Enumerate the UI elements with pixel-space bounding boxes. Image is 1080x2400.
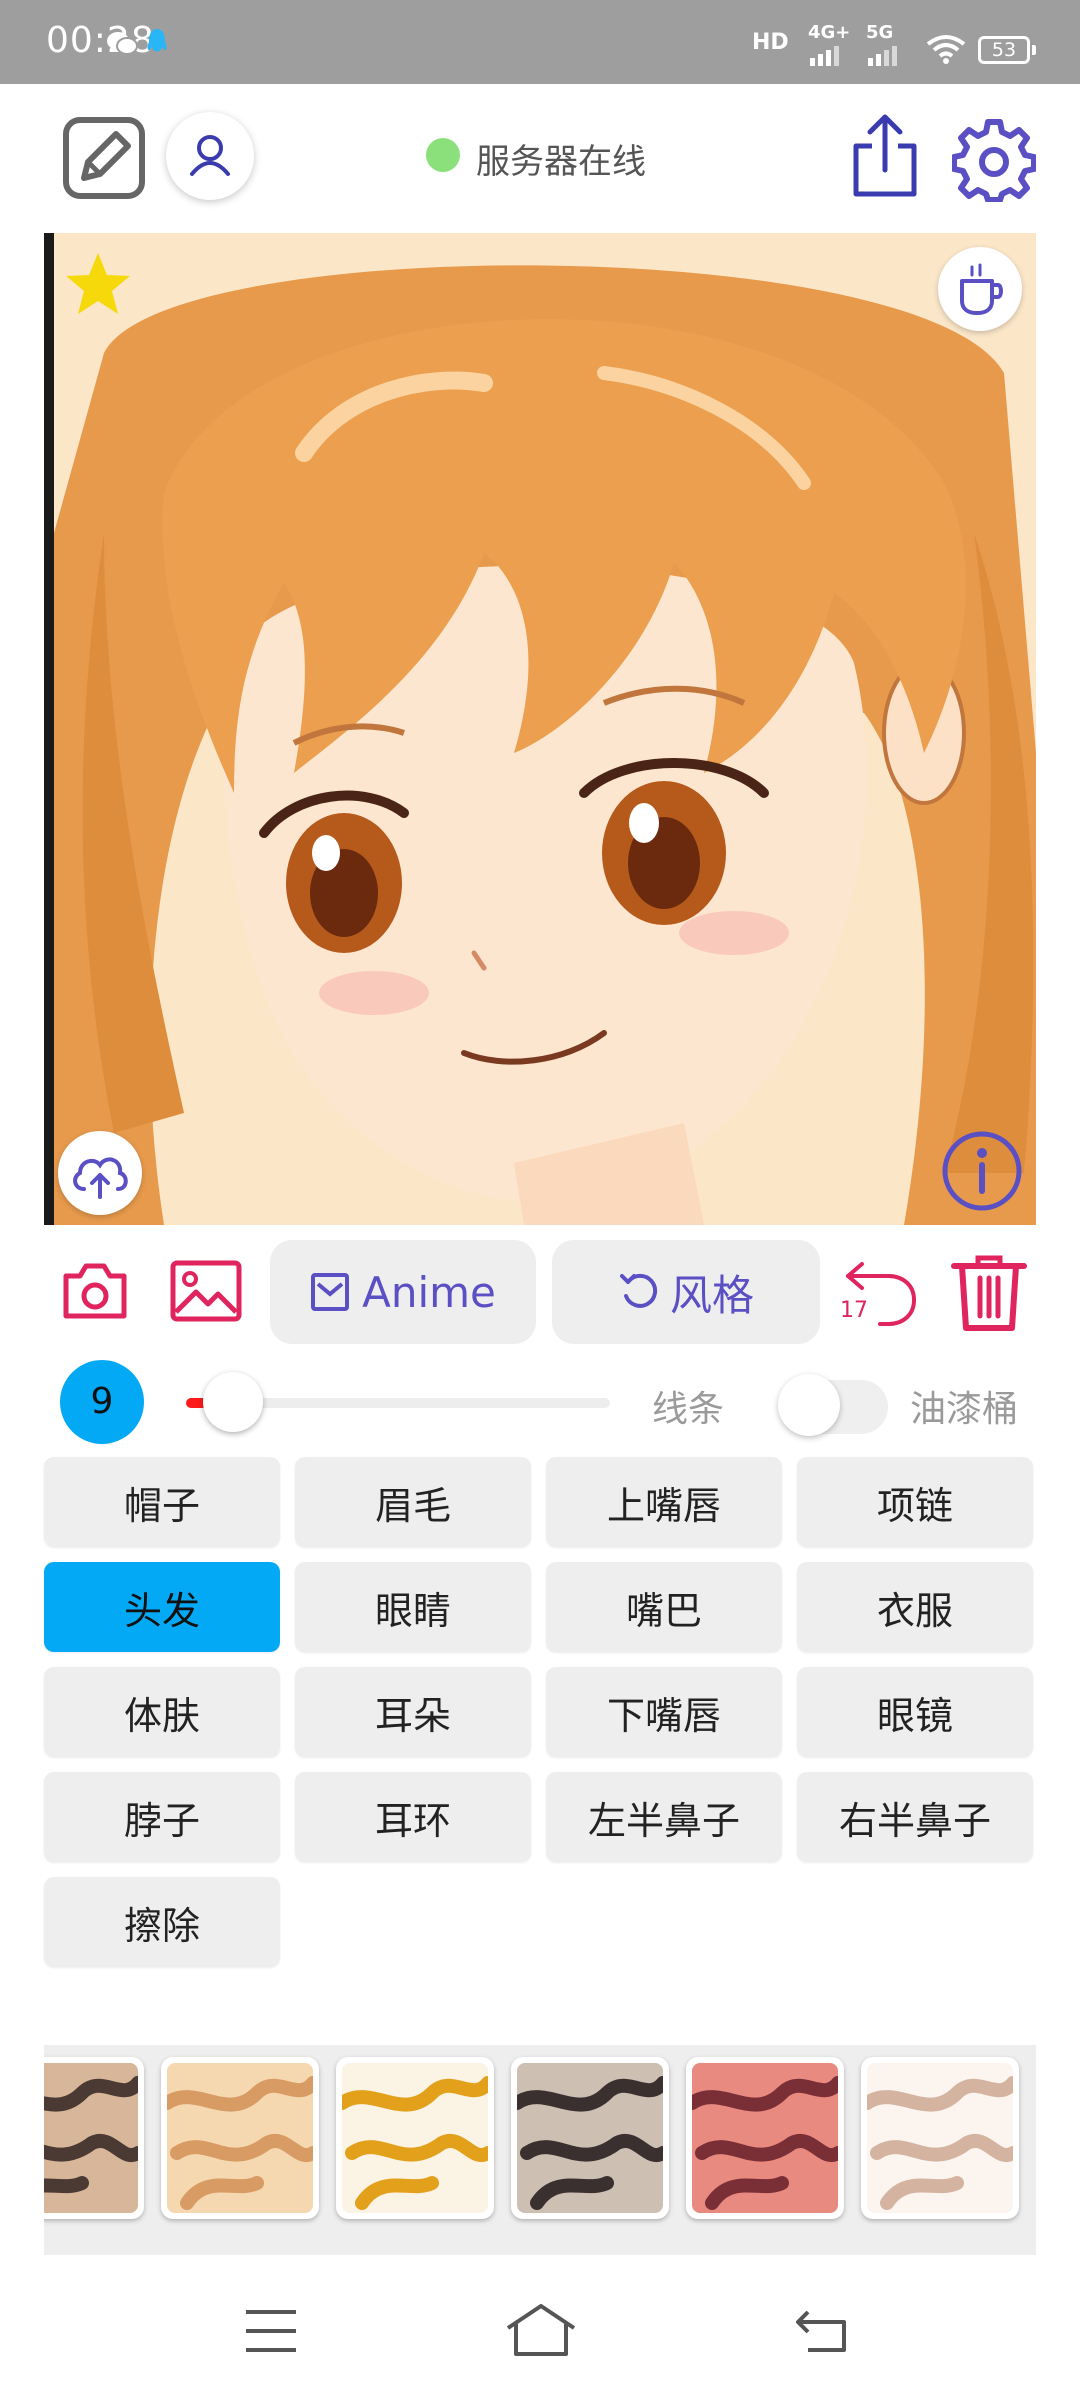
image-icon — [170, 1260, 242, 1322]
mail-icon — [311, 1273, 350, 1311]
back-icon — [796, 2310, 846, 2352]
style-thumbnail[interactable] — [686, 2057, 844, 2219]
drawing-canvas[interactable] — [44, 233, 1036, 1225]
segment-label-button[interactable]: 脖子 — [44, 1772, 280, 1862]
battery-indicator: 53 — [978, 36, 1036, 64]
segment-label-button[interactable]: 帽子 — [44, 1457, 280, 1547]
style-thumbnail-image — [167, 2063, 313, 2213]
network-1-label: 4G+ — [808, 22, 851, 43]
anime-model-button[interactable]: Anime — [270, 1240, 536, 1344]
anime-model-label: Anime — [362, 1267, 496, 1317]
wechat-icon — [106, 30, 138, 60]
cloud-upload-icon — [73, 1157, 128, 1199]
fill-bucket-label: 油漆桶 — [910, 1389, 1019, 1430]
share-button[interactable] — [846, 112, 924, 204]
hd-label: HD — [752, 30, 789, 55]
undo-count: 17 — [840, 1298, 868, 1323]
fill-bucket-toggle-thumb[interactable] — [778, 1374, 840, 1436]
gallery-button[interactable] — [170, 1260, 242, 1326]
server-status-text: 服务器在线 — [476, 142, 646, 182]
segment-label-button[interactable]: 上嘴唇 — [546, 1457, 782, 1547]
segment-label-button[interactable]: 右半鼻子 — [797, 1772, 1033, 1862]
style-thumbnail[interactable] — [861, 2057, 1019, 2219]
user-icon — [190, 135, 230, 176]
online-indicator — [426, 138, 460, 172]
style-thumbnail-image — [44, 2063, 138, 2213]
star-icon — [66, 253, 130, 314]
style-thumbnail[interactable] — [511, 2057, 669, 2219]
status-time: 00:28 — [46, 20, 155, 61]
segment-label-button[interactable]: 眉毛 — [295, 1457, 531, 1547]
coffee-cup-icon — [960, 263, 1003, 315]
wifi-icon — [926, 34, 966, 68]
style-thumbnail-image — [342, 2063, 488, 2213]
brush-size-thumb[interactable] — [203, 1372, 264, 1432]
favorite-button[interactable] — [64, 251, 132, 321]
segment-label-button[interactable]: 眼睛 — [295, 1562, 531, 1652]
segment-label-button[interactable]: 下嘴唇 — [546, 1667, 782, 1757]
upload-button[interactable] — [58, 1131, 142, 1215]
style-label: 风格 — [669, 1270, 754, 1320]
segment-label-button[interactable]: 耳环 — [295, 1772, 531, 1862]
back-nav-button[interactable] — [796, 2308, 850, 2358]
menu-nav-button[interactable] — [244, 2308, 298, 2358]
settings-button[interactable] — [951, 118, 1037, 206]
app-bar: 服务器在线 — [0, 84, 1080, 232]
signal-icon-2 — [866, 44, 906, 70]
network-2-label: 5G — [866, 22, 894, 43]
gear-icon — [951, 119, 1037, 203]
delete-button[interactable] — [950, 1252, 1028, 1336]
qq-icon — [146, 28, 168, 62]
account-button[interactable] — [166, 112, 254, 200]
segment-label-button[interactable]: 擦除 — [44, 1877, 280, 1967]
home-icon — [506, 2304, 576, 2356]
style-thumbnail-image — [692, 2063, 838, 2213]
style-thumbnail[interactable] — [161, 2057, 319, 2219]
menu-icon — [246, 2310, 296, 2352]
refresh-icon — [619, 1273, 658, 1308]
line-mode-label: 线条 — [652, 1389, 725, 1430]
camera-button[interactable] — [62, 1258, 128, 1328]
style-thumbnail[interactable] — [336, 2057, 494, 2219]
style-thumbnail-strip[interactable] — [44, 2045, 1036, 2255]
anime-portrait-image — [44, 233, 1036, 1225]
style-button[interactable]: 风格 — [552, 1240, 820, 1344]
edit-icon — [63, 117, 145, 199]
status-bar: 00:28 HD 4G+ 5G 53 — [0, 0, 1080, 84]
draw-mode-button[interactable] — [62, 116, 146, 204]
style-thumbnail[interactable] — [44, 2057, 144, 2219]
segment-label-button[interactable]: 嘴巴 — [546, 1562, 782, 1652]
trash-icon — [951, 1255, 1027, 1331]
share-icon — [853, 114, 917, 197]
segment-label-button[interactable]: 耳朵 — [295, 1667, 531, 1757]
brush-size-value: 9 — [60, 1360, 144, 1444]
home-nav-button[interactable] — [506, 2304, 576, 2360]
segment-label-button[interactable]: 眼镜 — [797, 1667, 1033, 1757]
signal-icon — [808, 44, 848, 70]
brush-settings: 9 线条 油漆桶 — [0, 1360, 1080, 1444]
info-icon — [942, 1131, 1022, 1211]
info-button[interactable] — [940, 1129, 1024, 1217]
action-toolbar: Anime 风格 17 — [0, 1236, 1080, 1348]
segment-label-button[interactable]: 项链 — [797, 1457, 1033, 1547]
camera-icon — [63, 1263, 127, 1319]
segment-label-button[interactable]: 体肤 — [44, 1667, 280, 1757]
donate-button[interactable] — [938, 247, 1022, 331]
segment-label-button[interactable]: 头发 — [44, 1562, 280, 1652]
system-nav-bar — [0, 2270, 1080, 2400]
style-thumbnail-image — [517, 2063, 663, 2213]
style-thumbnail-image — [867, 2063, 1013, 2213]
segment-label-button[interactable]: 左半鼻子 — [546, 1772, 782, 1862]
segment-label-button[interactable]: 衣服 — [797, 1562, 1033, 1652]
